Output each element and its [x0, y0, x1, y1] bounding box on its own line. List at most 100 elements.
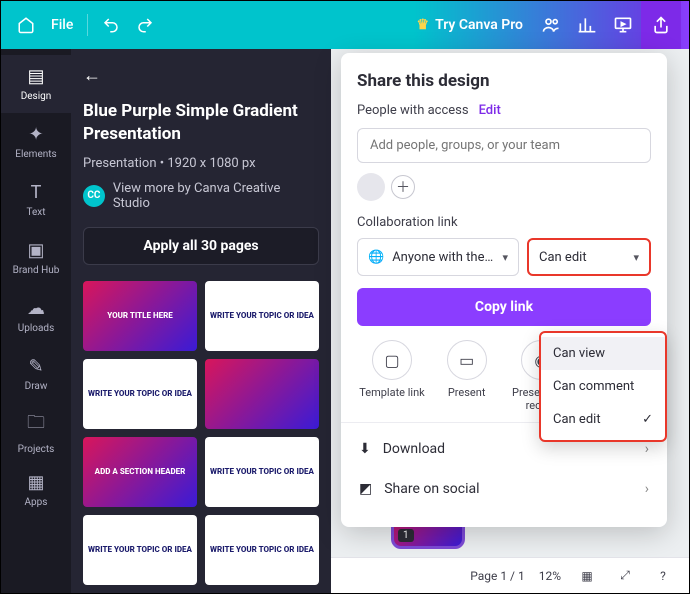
action-label: Template link [359, 386, 425, 399]
link-audience-dropdown[interactable]: 🌐 Anyone with the li... ▾ [357, 238, 519, 276]
sidenav-label: Text [26, 207, 45, 218]
present-top-button[interactable] [605, 7, 641, 43]
collab-link-label: Collaboration link [357, 215, 651, 230]
people-button[interactable] [533, 7, 569, 43]
chevron-right-icon: › [645, 441, 649, 457]
sidenav-brand-hub[interactable]: ▣ Brand Hub [1, 229, 71, 287]
author-label: View more by Canva Creative Studio [113, 181, 319, 211]
top-bar: File ♛ Try Canva Pro [1, 1, 689, 49]
template-thumb[interactable]: ADD A SECTION HEADER [83, 437, 197, 507]
analytics-icon [577, 15, 597, 35]
zoom-indicator[interactable]: 12% [539, 569, 561, 583]
sidenav-label: Design [21, 91, 52, 102]
design-icon: ▤ [27, 66, 44, 87]
template-thumb[interactable]: YOUR TITLE HERE [83, 281, 197, 351]
sidenav-apps[interactable]: ▦ Apps [1, 461, 71, 519]
option-label: Can edit [553, 412, 601, 427]
link-permission-label: Can edit [539, 250, 587, 265]
share-social-row[interactable]: ◩ Share on social › [357, 469, 651, 509]
redo-button[interactable] [128, 8, 162, 42]
home-button[interactable] [9, 8, 43, 42]
divider [87, 14, 88, 36]
sidenav-text[interactable]: T Text [1, 171, 71, 229]
access-label: People with access [357, 103, 469, 118]
elements-icon: ✦ [28, 124, 43, 145]
permission-option-view[interactable]: Can view [541, 337, 665, 370]
present-action[interactable]: ▭ Present [432, 340, 502, 412]
template-thumb[interactable]: WRITE YOUR TOPIC OR IDEA [83, 515, 197, 585]
brand-icon: ▣ [27, 240, 44, 261]
download-icon: ⬇ [359, 441, 371, 457]
link-audience-label: Anyone with the li... [392, 250, 494, 265]
redo-icon [136, 16, 154, 34]
grid-view-button[interactable]: ▦ [575, 564, 599, 588]
template-thumb[interactable]: WRITE YOUR TOPIC OR IDEA [205, 515, 319, 585]
add-person-button[interactable]: ＋ [391, 175, 415, 199]
bottom-bar: Page 1 / 1 12% ▦ ⤢ ? [331, 557, 689, 593]
sidenav-design[interactable]: ▤ Design [1, 55, 71, 113]
link-permission-dropdown[interactable]: Can edit ▾ [527, 238, 651, 276]
help-button[interactable]: ? [651, 564, 675, 588]
try-pro-button[interactable]: ♛ Try Canva Pro [407, 11, 533, 39]
share-button[interactable] [641, 1, 681, 49]
template-thumb[interactable] [205, 359, 319, 429]
add-people-input[interactable] [357, 128, 651, 163]
try-pro-label: Try Canva Pro [435, 17, 523, 33]
template-thumb[interactable]: WRITE YOUR TOPIC OR IDEA [205, 281, 319, 351]
download-label: Download [383, 441, 445, 457]
template-title: Blue Purple Simple Gradient Presentation [83, 100, 319, 146]
sidenav-label: Draw [25, 381, 48, 392]
avatar [357, 173, 385, 201]
undo-icon [102, 16, 120, 34]
chevron-down-icon: ▾ [633, 251, 639, 264]
chevron-right-icon: › [645, 481, 649, 497]
home-icon [17, 16, 35, 34]
share-title: Share this design [357, 71, 651, 91]
permission-option-comment[interactable]: Can comment [541, 370, 665, 403]
permission-menu: Can view Can comment Can edit ✓ [539, 331, 667, 442]
template-thumb[interactable]: WRITE YOUR TOPIC OR IDEA [83, 359, 197, 429]
page-indicator[interactable]: Page 1 / 1 [470, 569, 525, 583]
check-icon: ✓ [642, 412, 653, 427]
present-icon: ▭ [447, 340, 487, 380]
draw-icon: ✎ [28, 356, 43, 377]
people-icon [541, 15, 561, 35]
template-thumb[interactable]: WRITE YOUR TOPIC OR IDEA [205, 437, 319, 507]
fullscreen-button[interactable]: ⤢ [613, 564, 637, 588]
template-link-icon: ▢ [372, 340, 412, 380]
share-panel: Share this design People with access Edi… [341, 53, 667, 527]
sidenav-label: Projects [18, 444, 55, 455]
option-label: Can comment [553, 379, 634, 394]
author-badge: CC [83, 185, 105, 207]
template-panel: ← Blue Purple Simple Gradient Presentati… [71, 49, 331, 593]
permission-option-edit[interactable]: Can edit ✓ [541, 403, 665, 436]
copy-link-button[interactable]: Copy link [357, 288, 651, 326]
apps-icon: ▦ [27, 472, 44, 493]
sidenav-label: Uploads [18, 323, 54, 334]
apply-all-button[interactable]: Apply all 30 pages [83, 227, 319, 265]
sidenav-label: Elements [15, 149, 56, 160]
uploads-icon: ☁ [27, 298, 45, 319]
share-icon [651, 15, 671, 35]
template-link-action[interactable]: ▢ Template link [357, 340, 427, 412]
sidenav-draw[interactable]: ✎ Draw [1, 345, 71, 403]
template-author[interactable]: CC View more by Canva Creative Studio [83, 181, 319, 211]
action-label: Present [448, 386, 486, 399]
social-icon: ◩ [359, 481, 372, 497]
side-nav: ▤ Design ✦ Elements T Text ▣ Brand Hub ☁ Uplo… [1, 49, 71, 593]
analytics-button[interactable] [569, 7, 605, 43]
sidenav-uploads[interactable]: ☁ Uploads [1, 287, 71, 345]
option-label: Can view [553, 346, 605, 361]
file-menu[interactable]: File [43, 8, 81, 42]
present-icon [613, 15, 633, 35]
undo-button[interactable] [94, 8, 128, 42]
text-icon: T [31, 182, 42, 203]
sidenav-projects[interactable]: 🗀Projects [1, 403, 71, 461]
sidenav-elements[interactable]: ✦ Elements [1, 113, 71, 171]
page-chip-number: 1 [398, 529, 414, 542]
sidenav-label: Brand Hub [13, 265, 60, 276]
access-edit-link[interactable]: Edit [479, 103, 501, 118]
back-button[interactable]: ← [83, 65, 101, 86]
sidenav-label: Apps [25, 497, 48, 508]
globe-icon: 🌐 [368, 250, 384, 265]
